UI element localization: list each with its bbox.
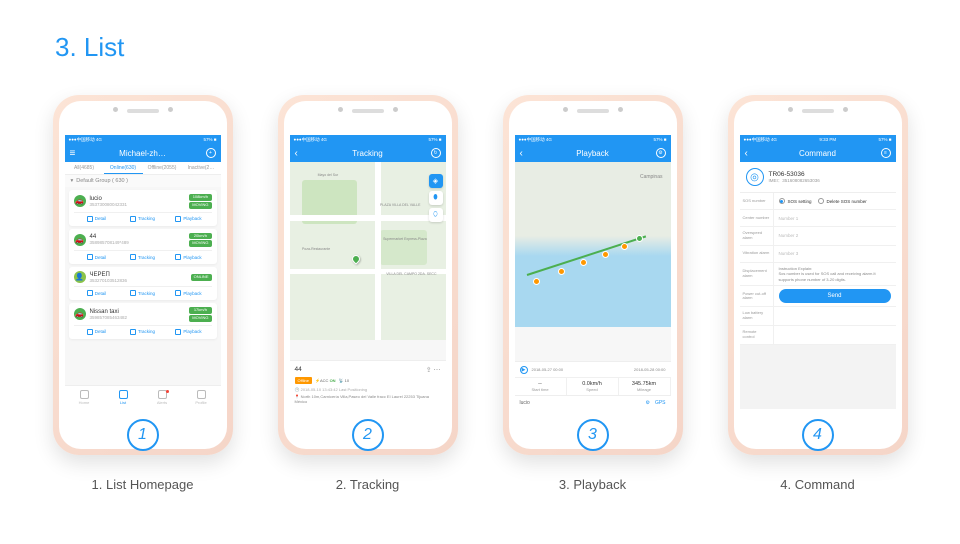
tab-online[interactable]: Online(630): [104, 162, 143, 174]
history-icon[interactable]: ≡: [881, 148, 891, 158]
app-header: ≡ Michael-zh… +: [65, 144, 221, 162]
group-header[interactable]: ▾Default Group ( 630 ): [65, 175, 221, 187]
device-name: 44: [295, 366, 302, 373]
action-playback[interactable]: Playback: [166, 254, 212, 260]
phone-3: ●●●中国移动 4G57% ■ ‹ Playback ⚙ Campinas ▶ …: [503, 95, 683, 455]
tab-inactive[interactable]: Inactive(2…: [182, 162, 221, 174]
action-tracking[interactable]: Tracking: [120, 290, 166, 296]
action-tracking[interactable]: Tracking: [120, 329, 166, 335]
playback-footer: lucio ⚙GPS: [515, 395, 671, 409]
settings-icon[interactable]: ⚙: [645, 400, 649, 406]
caption-3: 3. Playback: [559, 477, 626, 492]
back-icon[interactable]: ‹: [520, 148, 523, 159]
home-button[interactable]: 4: [802, 419, 834, 451]
nav-alerts[interactable]: Alerts: [143, 386, 182, 409]
command-row: Power cut-off alarmSend: [740, 286, 896, 307]
tab-all[interactable]: All(4685): [65, 162, 104, 174]
command-row: Overspeed alarmNumber 2: [740, 227, 896, 246]
action-detail[interactable]: Detail: [74, 254, 120, 260]
action-tracking[interactable]: Tracking: [120, 254, 166, 260]
device-icon: 🚗: [74, 308, 86, 320]
device-card[interactable]: 🚗lucio353730080042331108km/hMOVINGDetail…: [69, 190, 217, 226]
action-playback[interactable]: Playback: [166, 290, 212, 296]
traffic-button[interactable]: ⬮: [429, 191, 443, 205]
action-detail[interactable]: Detail: [74, 216, 120, 222]
street-button[interactable]: ⬯: [429, 208, 443, 222]
status-tabs: All(4685) Online(630) Offline(2055) Inac…: [65, 162, 221, 175]
home-button[interactable]: 1: [127, 419, 159, 451]
command-row: Vibration alarmNumber 3: [740, 246, 896, 263]
device-icon: 🚗: [74, 234, 86, 246]
nav-list[interactable]: List: [104, 386, 143, 409]
radio-option[interactable]: [779, 198, 785, 204]
device-icon: 🚗: [74, 195, 86, 207]
input-placeholder[interactable]: Number 1: [779, 216, 799, 221]
tracking-card: 44 ⇪ ⋯ Offline ⚡ACC ON 📡 10 🕐 2018-05-10…: [290, 360, 446, 409]
action-tracking[interactable]: Tracking: [120, 216, 166, 222]
phone-2: ●●●中国移动 4G57% ■ ‹ Tracking ↻ Mayo del Su…: [278, 95, 458, 455]
device-pin[interactable]: [350, 253, 361, 264]
phone-4: ●●●中国移动 4G9:33 PM57% ■ ‹ Command ≡ ◎ TR0…: [728, 95, 908, 455]
refresh-icon[interactable]: ↻: [431, 148, 441, 158]
header-title: Tracking: [352, 149, 382, 158]
header-title: Playback: [576, 149, 608, 158]
share-icon[interactable]: ⇪ ⋯: [426, 366, 441, 374]
command-row: Center numberNumber 1: [740, 210, 896, 227]
section-title: 3. List: [55, 32, 124, 63]
command-row: Remote control: [740, 326, 896, 345]
home-button[interactable]: 2: [352, 419, 384, 451]
back-icon[interactable]: ‹: [745, 148, 748, 159]
header-title: Command: [799, 149, 836, 158]
status-badge: Offline: [295, 377, 313, 384]
device-header: ◎ TR06-53036IMEI：351608082653036: [740, 162, 896, 193]
command-row: Displacement alarmInstruction Explain:So…: [740, 263, 896, 287]
phone-row: ●●●中国移动 4G57% ■ ≡ Michael-zh… + All(4685…: [0, 95, 960, 492]
caption-1: 1. List Homepage: [92, 477, 194, 492]
action-playback[interactable]: Playback: [166, 329, 212, 335]
map-view[interactable]: Mayo del Sur PLAZA VILLA DEL VALLE Poza-…: [290, 162, 446, 340]
add-icon[interactable]: +: [206, 148, 216, 158]
radio-option[interactable]: [818, 198, 824, 204]
options-icon[interactable]: ⚙: [656, 148, 666, 158]
screen-tracking: ●●●中国移动 4G57% ■ ‹ Tracking ↻ Mayo del Su…: [290, 135, 446, 409]
send-button[interactable]: Send: [779, 289, 891, 303]
screen-list: ●●●中国移动 4G57% ■ ≡ Michael-zh… + All(4685…: [65, 135, 221, 409]
command-row: SOS numberSOS settingDelete SOS number: [740, 193, 896, 210]
caption-2: 2. Tracking: [336, 477, 400, 492]
action-detail[interactable]: Detail: [74, 329, 120, 335]
input-placeholder[interactable]: Number 3: [779, 251, 799, 256]
back-icon[interactable]: ‹: [295, 148, 298, 159]
gps-toggle[interactable]: GPS: [655, 400, 666, 406]
bottom-nav: Home List Alerts Profile: [65, 385, 221, 409]
map-view[interactable]: Campinas: [515, 162, 671, 327]
device-icon: 👤: [74, 271, 86, 283]
action-playback[interactable]: Playback: [166, 216, 212, 222]
nav-profile[interactable]: Profile: [182, 386, 221, 409]
device-card[interactable]: 👤ЧЕРЕП353270103512836ONLINEDetailTrackin…: [69, 267, 217, 300]
menu-icon[interactable]: ≡: [70, 148, 76, 159]
phone-1: ●●●中国移动 4G57% ■ ≡ Michael-zh… + All(4685…: [53, 95, 233, 455]
command-row: Low battery alarm: [740, 307, 896, 326]
action-detail[interactable]: Detail: [74, 290, 120, 296]
caption-4: 4. Command: [780, 477, 854, 492]
steering-icon: ◎: [746, 168, 764, 186]
status-bar: ●●●中国移动 4G57% ■: [65, 135, 221, 144]
nav-home[interactable]: Home: [65, 386, 104, 409]
screen-playback: ●●●中国移动 4G57% ■ ‹ Playback ⚙ Campinas ▶ …: [515, 135, 671, 409]
device-card[interactable]: 🚗44358985708149*48920km/hMOVINGDetailTra…: [69, 229, 217, 265]
home-button[interactable]: 3: [577, 419, 609, 451]
playback-bar: ▶ 2018-05-27 00:00 2018-05-28 00:00: [515, 361, 671, 377]
play-button[interactable]: ▶: [520, 366, 528, 374]
tab-offline[interactable]: Offline(2055): [143, 162, 182, 174]
header-title: Michael-zh…: [119, 149, 166, 158]
layer-button[interactable]: ◈: [429, 174, 443, 188]
input-placeholder[interactable]: Number 2: [779, 233, 799, 238]
playback-stats: --Start time 0.0km/hSpeed 345.75kmMileag…: [515, 377, 671, 395]
device-card[interactable]: 🚗Nissan taxi35985708546348217km/hMOVINGD…: [69, 303, 217, 339]
screen-command: ●●●中国移动 4G9:33 PM57% ■ ‹ Command ≡ ◎ TR0…: [740, 135, 896, 409]
